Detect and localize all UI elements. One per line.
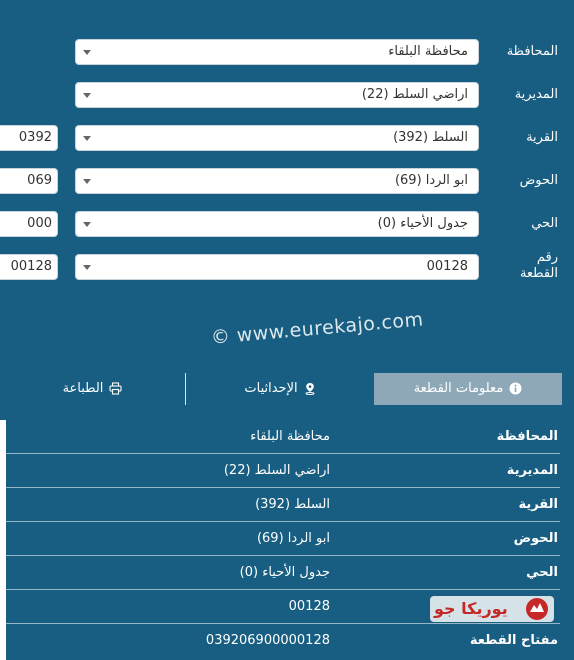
basin-select-value: ابو الردا (69) bbox=[394, 173, 468, 188]
parcel-label-line2: القطعة bbox=[519, 266, 558, 281]
tab-bar: معلومات القطعة الإحداثيات الطباعة bbox=[0, 373, 574, 405]
tab-coordinates-label: الإحداثيات bbox=[244, 381, 298, 396]
village-select-value: السلط (392) bbox=[393, 130, 468, 145]
info-value: اراضي السلط (22) bbox=[223, 463, 330, 478]
watermark: © www.eurekajo.com bbox=[210, 308, 425, 349]
tab-parcel-info-label: معلومات القطعة bbox=[413, 381, 504, 396]
chevron-down-icon bbox=[83, 50, 91, 55]
neighborhood-row: الحي جدول الأحياء (0) 000 bbox=[0, 209, 574, 239]
village-code-input[interactable]: 0392 bbox=[0, 125, 58, 151]
governorate-select[interactable]: محافظة البلقاء bbox=[75, 39, 479, 65]
info-value: محافظة البلقاء bbox=[250, 429, 330, 444]
village-row: القرية السلط (392) 0392 bbox=[0, 123, 574, 153]
parcel-select-value: 00128 bbox=[426, 259, 468, 274]
info-key: الحوض bbox=[513, 531, 558, 546]
directorate-select[interactable]: اراضي السلط (22) bbox=[75, 82, 479, 108]
neighborhood-label: الحي bbox=[531, 216, 558, 231]
info-key: المحافظة bbox=[496, 429, 558, 444]
governorate-row: المحافظة محافظة البلقاء bbox=[0, 37, 574, 67]
parcel-label: رقم القطعة bbox=[520, 250, 558, 290]
basin-code-value: 069 bbox=[27, 173, 52, 188]
info-key: مفتاح القطعة bbox=[469, 633, 558, 648]
directorate-label: المديرية bbox=[514, 87, 558, 102]
tab-print[interactable]: الطباعة bbox=[0, 373, 185, 405]
basin-row: الحوض ابو الردا (69) 069 bbox=[0, 166, 574, 196]
eurekajo-logo: يوريكا جو bbox=[430, 592, 554, 626]
village-select[interactable]: السلط (392) bbox=[75, 125, 479, 151]
chevron-down-icon bbox=[83, 179, 91, 184]
directorate-select-value: اراضي السلط (22) bbox=[361, 87, 468, 102]
info-value: 039206900000128 bbox=[205, 633, 330, 648]
table-row: المديرية اراضي السلط (22) bbox=[0, 454, 574, 488]
chevron-down-icon bbox=[83, 93, 91, 98]
basin-label: الحوض bbox=[519, 173, 558, 188]
info-value: جدول الأحياء (0) bbox=[239, 565, 330, 580]
info-key: القرية bbox=[518, 497, 558, 512]
chevron-down-icon bbox=[83, 222, 91, 227]
tab-coordinates[interactable]: الإحداثيات bbox=[186, 373, 374, 405]
parcel-row: رقم القطعة 00128 00128 bbox=[0, 250, 574, 282]
tab-parcel-info[interactable]: معلومات القطعة bbox=[374, 373, 562, 405]
basin-select[interactable]: ابو الردا (69) bbox=[75, 168, 479, 194]
table-row: المحافظة محافظة البلقاء bbox=[0, 420, 574, 454]
neighborhood-code-value: 000 bbox=[27, 216, 52, 231]
parcel-label-line1: رقم bbox=[536, 250, 558, 265]
info-key: الحي bbox=[526, 565, 558, 580]
info-icon bbox=[509, 382, 522, 395]
info-value: 00128 bbox=[288, 599, 330, 614]
neighborhood-select-value: جدول الأحياء (0) bbox=[377, 216, 468, 231]
neighborhood-code-input[interactable]: 000 bbox=[0, 211, 58, 237]
table-row: الحي جدول الأحياء (0) bbox=[0, 556, 574, 590]
basin-code-input[interactable]: 069 bbox=[0, 168, 58, 194]
info-key: المديرية bbox=[506, 463, 558, 478]
table-row: القرية السلط (392) bbox=[0, 488, 574, 522]
parcel-select[interactable]: 00128 bbox=[75, 254, 479, 280]
chevron-down-icon bbox=[83, 265, 91, 270]
parcel-code-input[interactable]: 00128 bbox=[0, 254, 58, 280]
governorate-select-value: محافظة البلقاء bbox=[388, 44, 468, 59]
logo-text: يوريكا جو bbox=[434, 599, 508, 618]
info-value: السلط (392) bbox=[255, 497, 330, 512]
chevron-down-icon bbox=[83, 136, 91, 141]
village-code-value: 0392 bbox=[18, 130, 52, 145]
neighborhood-select[interactable]: جدول الأحياء (0) bbox=[75, 211, 479, 237]
table-row: مفتاح القطعة 039206900000128 bbox=[0, 624, 574, 658]
governorate-label: المحافظة bbox=[506, 44, 558, 59]
printer-icon bbox=[109, 382, 122, 395]
info-value: ابو الردا (69) bbox=[256, 531, 330, 546]
parcel-code-value: 00128 bbox=[10, 259, 52, 274]
village-label: القرية bbox=[526, 130, 558, 145]
table-row: الحوض ابو الردا (69) bbox=[0, 522, 574, 556]
location-pin-icon bbox=[305, 383, 315, 395]
tab-print-label: الطباعة bbox=[62, 381, 104, 396]
directorate-row: المديرية اراضي السلط (22) bbox=[0, 80, 574, 110]
